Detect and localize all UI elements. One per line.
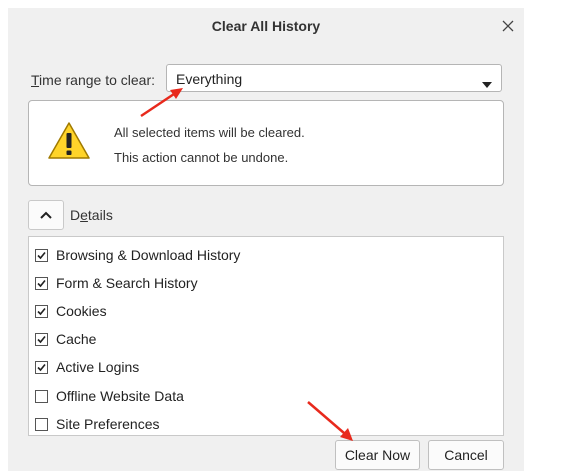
- details-label-part2: tails: [87, 207, 113, 223]
- warning-text-line2: This action cannot be undone.: [114, 150, 289, 165]
- checkbox[interactable]: [35, 332, 48, 346]
- history-item-label: Cache: [56, 331, 97, 347]
- history-item-label: Cookies: [56, 303, 107, 319]
- history-item[interactable]: Cache: [35, 329, 96, 349]
- history-item-label: Active Logins: [56, 359, 140, 375]
- history-item[interactable]: Cookies: [35, 301, 107, 321]
- chevron-up-icon: [40, 206, 52, 224]
- time-range-value: Everything: [176, 71, 243, 87]
- dialog-title: Clear All History: [211, 18, 321, 34]
- details-accesskey: e: [80, 207, 88, 223]
- time-range-select[interactable]: Everything: [166, 64, 502, 92]
- warning-text-line1: All selected items will be cleared.: [114, 125, 305, 140]
- time-range-label: Time range to clear:: [31, 72, 155, 88]
- history-item[interactable]: Offline Website Data: [35, 386, 184, 406]
- history-items-list: Browsing & Download History Form & Search…: [28, 236, 504, 436]
- triangle-down-icon: [482, 75, 492, 93]
- checkbox[interactable]: [35, 304, 48, 318]
- history-item[interactable]: Site Preferences: [35, 414, 160, 434]
- details-toggle-button[interactable]: [28, 200, 64, 230]
- checkbox[interactable]: [35, 248, 48, 262]
- history-item-label: Site Preferences: [56, 416, 160, 432]
- title-bar: Clear All History: [8, 8, 524, 46]
- warning-box: All selected items will be cleared. This…: [28, 100, 504, 186]
- checkbox[interactable]: [35, 276, 48, 290]
- checkbox[interactable]: [35, 417, 48, 431]
- clear-now-button[interactable]: Clear Now: [335, 440, 420, 470]
- history-item[interactable]: Form & Search History: [35, 273, 198, 293]
- close-icon[interactable]: [498, 16, 518, 36]
- cancel-button[interactable]: Cancel: [428, 440, 504, 470]
- time-range-accesskey: T: [31, 72, 40, 88]
- clear-history-dialog: Clear All History Time range to clear: E…: [8, 8, 524, 471]
- history-item[interactable]: Active Logins: [35, 357, 139, 377]
- checkbox[interactable]: [35, 389, 48, 403]
- history-item[interactable]: Browsing & Download History: [35, 245, 240, 265]
- details-label-part1: D: [70, 207, 81, 223]
- warning-triangle-icon: [47, 121, 91, 166]
- history-item-label: Form & Search History: [56, 275, 198, 291]
- checkbox[interactable]: [35, 360, 48, 374]
- time-range-label-text: ime range to clear:: [39, 72, 155, 88]
- history-item-label: Browsing & Download History: [56, 247, 241, 263]
- details-label: Details: [70, 207, 113, 223]
- history-item-label: Offline Website Data: [56, 388, 184, 404]
